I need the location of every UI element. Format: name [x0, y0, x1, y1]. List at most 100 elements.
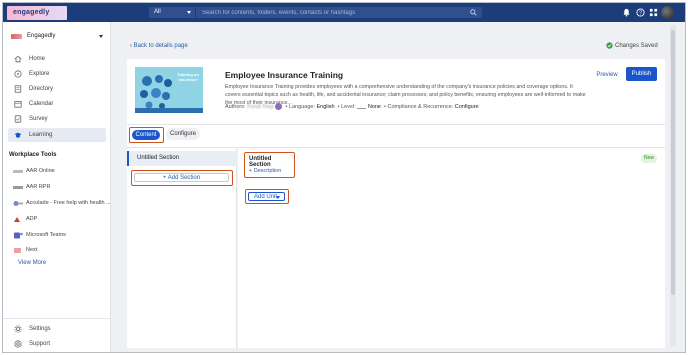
- section-list-label: Untitled Section: [137, 155, 180, 161]
- preview-button[interactable]: Preview: [593, 69, 621, 81]
- bell-icon[interactable]: [622, 8, 631, 17]
- search-scope-label: All: [154, 9, 161, 15]
- app-logo[interactable]: engagedly: [7, 6, 67, 20]
- workplace-tools-heading: Workplace Tools: [9, 152, 57, 158]
- explore-icon: [14, 70, 22, 78]
- tool-item-label: Microsoft Teams: [26, 232, 66, 238]
- main-scrollbar[interactable]: [670, 25, 676, 347]
- tool-item-label: Accolade - Free help with health ...: [26, 200, 111, 206]
- top-bar: engagedly All ?: [3, 3, 685, 22]
- tool-item-label: AAR RPR: [26, 184, 51, 190]
- sidebar-item-explore[interactable]: Explore: [8, 67, 106, 81]
- tool-item-label: Next: [26, 247, 38, 253]
- next-logo-icon: [14, 248, 21, 253]
- section-title[interactable]: Untitled Section: [249, 156, 294, 168]
- highlight-box: Add Unit: [245, 189, 289, 204]
- language-value: English: [316, 103, 335, 110]
- course-thumbnail: Training on Insurance: [135, 67, 203, 113]
- app-window: engagedly All ? Eng: [2, 2, 686, 353]
- chevron-down-icon: [99, 35, 103, 38]
- home-icon: [14, 55, 22, 63]
- add-unit-button[interactable]: Add Unit: [248, 191, 285, 201]
- sidebar-item-calendar[interactable]: Calendar: [8, 97, 106, 111]
- course-meta: Authors: Ranjit Nagi • Language: English…: [225, 103, 479, 110]
- sidebar-item-label: Calendar: [29, 101, 54, 107]
- view-more-link[interactable]: View More: [18, 260, 46, 266]
- aar-online-logo-icon: [13, 170, 23, 173]
- sidebar-item-home[interactable]: Home: [8, 52, 106, 66]
- language-label: Language:: [288, 103, 315, 110]
- teams-logo-icon: [14, 232, 23, 239]
- accolade-logo-icon: [13, 201, 23, 206]
- new-badge: New: [641, 154, 657, 163]
- tool-item-next[interactable]: Next: [8, 244, 108, 257]
- sidebar: Engagedly Home Explore Directory Calenda…: [3, 22, 111, 352]
- search-scope-select[interactable]: All: [149, 7, 195, 18]
- highlight-box: + Add Section: [131, 170, 233, 186]
- tool-item-label: ADP: [26, 216, 38, 222]
- sidebar-item-label: Survey: [29, 116, 48, 122]
- gear-icon: [14, 325, 22, 333]
- search-box: [196, 7, 482, 18]
- sections-pane: Untitled Section + Add Section: [127, 148, 237, 348]
- tool-item-microsoft-teams[interactable]: Microsoft Teams: [8, 229, 108, 242]
- chevron-down-icon: [187, 11, 191, 14]
- section-editor: Untitled Section + Description New Add U…: [238, 148, 665, 348]
- tool-item-adp[interactable]: ADP: [8, 213, 108, 226]
- section-list-item[interactable]: Untitled Section: [127, 151, 237, 166]
- tool-item-aar-rpr[interactable]: AAR RPR: [8, 181, 108, 194]
- logo-text: engagedly: [13, 9, 50, 16]
- tab-content[interactable]: Content: [132, 130, 160, 140]
- grid-icon[interactable]: [649, 8, 658, 17]
- save-status: Changes Saved: [615, 43, 658, 49]
- org-switcher[interactable]: Engagedly: [11, 32, 107, 42]
- level-value: None: [367, 103, 381, 110]
- sidebar-item-learning[interactable]: Learning: [8, 128, 106, 142]
- add-unit-label: Add Unit: [254, 193, 278, 200]
- compliance-value: Configure: [454, 103, 479, 110]
- sidebar-item-settings[interactable]: Settings: [8, 322, 106, 336]
- tool-item-aar-online[interactable]: AAR Online: [8, 165, 108, 178]
- sidebar-item-label: Home: [29, 56, 46, 62]
- tabs-row: Content Configure: [127, 125, 665, 148]
- directory-icon: [14, 85, 22, 93]
- calendar-icon: [14, 101, 22, 108]
- compliance-label: Compliance & Recurrence:: [387, 103, 454, 110]
- highlight-box: Untitled Section + Description: [244, 152, 295, 178]
- course-title: Employee Insurance Training: [225, 70, 344, 80]
- course-header-card: Training on Insurance Employee Insurance…: [127, 59, 665, 125]
- thumbnail-title: Training on Insurance: [177, 72, 199, 82]
- avatar[interactable]: [661, 6, 674, 19]
- adp-logo-icon: [14, 217, 20, 222]
- svg-text:?: ?: [639, 10, 642, 16]
- sidebar-item-survey[interactable]: Survey: [8, 112, 106, 126]
- tab-configure[interactable]: Configure: [166, 128, 200, 140]
- authors-label: Authors:: [225, 103, 246, 110]
- author-name: Ranjit Nagi: [247, 103, 274, 110]
- level-label: Level:: [341, 103, 356, 110]
- sidebar-item-label: Directory: [29, 86, 54, 92]
- search-input[interactable]: [202, 7, 462, 18]
- check-circle-icon: [606, 42, 613, 49]
- back-link-label: Back to details page: [133, 43, 188, 49]
- add-description-link[interactable]: + Description: [249, 168, 281, 174]
- sidebar-item-directory[interactable]: Directory: [8, 82, 106, 96]
- publish-button[interactable]: Publish: [626, 67, 657, 81]
- search-icon[interactable]: [470, 9, 477, 16]
- org-logo: [11, 34, 22, 39]
- sidebar-item-label: Learning: [29, 132, 53, 138]
- survey-icon: [14, 115, 22, 123]
- add-section-button[interactable]: + Add Section: [134, 173, 229, 182]
- back-to-details-link[interactable]: ‹ Back to details page: [130, 43, 188, 49]
- chevron-down-icon: [276, 195, 280, 199]
- sidebar-item-label: Support: [29, 341, 51, 347]
- sidebar-item-support[interactable]: Support: [8, 337, 106, 351]
- sidebar-item-label: Explore: [29, 71, 50, 77]
- tool-item-label: AAR Online: [26, 168, 55, 174]
- help-icon[interactable]: ?: [636, 8, 645, 17]
- tool-item-accolade[interactable]: Accolade - Free help with health ...: [8, 197, 111, 210]
- org-name: Engagedly: [27, 33, 56, 39]
- aar-rpr-logo-icon: [13, 186, 23, 189]
- scrollbar-thumb[interactable]: [671, 30, 675, 295]
- sidebar-item-label: Settings: [29, 326, 51, 332]
